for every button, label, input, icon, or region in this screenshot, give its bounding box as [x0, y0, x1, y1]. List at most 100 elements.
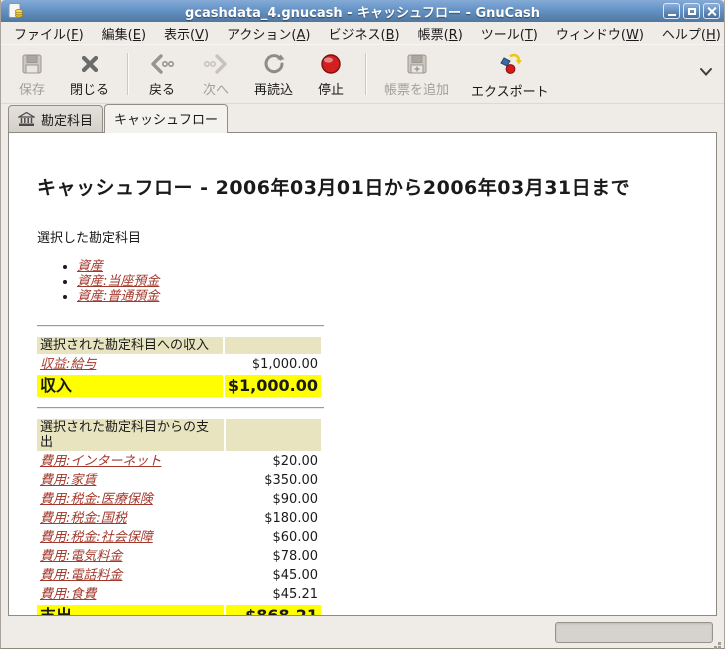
expense-table-header: 選択された勘定科目からの支出	[37, 419, 321, 451]
income-row: 収益:給与 $1,000.00	[37, 356, 321, 373]
menu-label: )	[204, 27, 210, 43]
expense-total-row: 支出 $868.21	[37, 605, 321, 615]
menu-label: ヘルプ(	[661, 27, 706, 43]
close-button[interactable]	[703, 3, 720, 19]
bank-icon	[18, 112, 35, 126]
close-label: 閉じる	[70, 83, 110, 98]
menu-tools[interactable]: ツール(T)	[472, 21, 547, 46]
menu-windows[interactable]: ウィンドウ(W)	[547, 21, 653, 46]
back-button[interactable]: 戻る	[135, 48, 189, 100]
income-header-label: 選択された勘定科目への収入	[37, 337, 223, 354]
expense-amount: $180.00	[264, 511, 318, 526]
reload-button[interactable]: 再読込	[243, 48, 304, 100]
tab-bar: 勘定科目 キャッシュフロー	[1, 104, 724, 133]
close-tab-button[interactable]: 閉じる	[59, 48, 120, 100]
close-x-icon	[78, 52, 102, 76]
selected-accounts-list: 資産 資産:当座預金 資産:普通預金	[37, 259, 696, 304]
titlebar[interactable]: gcashdata_4.gnucash - キャッシュフロー - GnuCash	[1, 0, 724, 22]
income-total-amount: $1,000.00	[224, 375, 321, 397]
account-link-checking[interactable]: 資産:当座預金	[77, 274, 159, 289]
close-icon	[707, 7, 716, 16]
menu-file[interactable]: ファイル(F)	[5, 21, 93, 46]
expense-total-label: 支出	[37, 605, 224, 615]
menu-edit[interactable]: 編集(E)	[93, 21, 155, 46]
forward-button[interactable]: 次へ	[189, 48, 243, 100]
list-item: 資産:当座預金	[77, 274, 696, 289]
menu-business[interactable]: ビジネス(B)	[319, 21, 408, 46]
toolbar-overflow-button[interactable]	[694, 62, 718, 86]
account-link-social-security[interactable]: 費用:税金:社会保障	[40, 530, 153, 545]
menu-label: )	[305, 27, 311, 43]
menu-label: )	[140, 27, 147, 43]
expense-amount: $60.00	[272, 530, 319, 545]
menu-label: )	[394, 27, 400, 43]
expense-total-amount: $868.21	[226, 605, 321, 615]
maximize-button[interactable]	[683, 3, 700, 19]
account-link-national-tax[interactable]: 費用:税金:国税	[40, 511, 127, 526]
report-title: キャッシュフロー - 2006年03月01日から2006年03月31日まで	[37, 177, 631, 199]
stop-label: 停止	[318, 83, 345, 98]
menu-label: 表示(	[164, 27, 196, 43]
minimize-icon	[667, 13, 676, 16]
window-controls	[663, 3, 720, 19]
account-link-salary[interactable]: 収益:給与	[40, 357, 96, 372]
account-link-assets[interactable]: 資産	[77, 259, 103, 274]
menu-view[interactable]: 表示(V)	[155, 21, 218, 46]
account-link-telephone[interactable]: 費用:電話料金	[40, 568, 122, 583]
expense-table: 選択された勘定科目からの支出 費用:インターネット $20.00 費用:家賃 $…	[35, 417, 323, 615]
expense-amount: $78.00	[272, 549, 319, 564]
account-link-medical[interactable]: 費用:税金:医療保険	[40, 492, 153, 507]
toolbar-separator	[127, 53, 129, 95]
expense-amount: $90.00	[272, 492, 319, 507]
selected-accounts-label: 選択した勘定科目	[37, 231, 142, 246]
save-button[interactable]: 保存	[5, 48, 59, 100]
menu-accel: H	[705, 27, 716, 43]
minimize-button[interactable]	[663, 3, 680, 19]
cashflow-report: キャッシュフロー - 2006年03月01日から2006年03月31日まで 選択…	[9, 133, 716, 615]
income-total-row: 収入 $1,000.00	[37, 375, 321, 397]
toolbar-separator	[365, 53, 367, 95]
expense-header-empty-cell	[226, 419, 321, 451]
account-link-food[interactable]: 費用:食費	[40, 587, 96, 602]
menu-label: )	[457, 27, 463, 43]
menu-help[interactable]: ヘルプ(H)	[653, 21, 725, 46]
menu-label: 編集(	[101, 27, 133, 43]
menu-label: アクション(	[227, 27, 297, 43]
income-table-header: 選択された勘定科目への収入	[37, 337, 321, 354]
maximize-icon	[687, 7, 696, 15]
income-header-empty-cell	[224, 337, 321, 354]
account-link-savings[interactable]: 資産:普通預金	[77, 289, 159, 304]
menu-accel: W	[625, 27, 639, 43]
resize-grip[interactable]	[718, 642, 721, 645]
tab-cashflow[interactable]: キャッシュフロー	[104, 104, 229, 133]
add-report-label: 帳票を追加	[384, 83, 450, 98]
account-link-internet[interactable]: 費用:インターネット	[40, 454, 161, 469]
stop-icon	[319, 52, 343, 76]
save-label: 保存	[18, 83, 45, 98]
expense-row: 費用:食費 $45.21	[37, 586, 321, 603]
export-button[interactable]: エクスポート	[460, 48, 560, 100]
menu-actions[interactable]: アクション(A)	[218, 21, 319, 46]
account-link-electricity[interactable]: 費用:電気料金	[40, 549, 122, 564]
tab-accounts[interactable]: 勘定科目	[8, 105, 104, 132]
menu-label: ファイル(	[14, 27, 72, 43]
menu-label: ビジネス(	[328, 27, 386, 43]
add-report-button[interactable]: 帳票を追加	[373, 48, 460, 100]
menu-accel: F	[71, 27, 79, 43]
expense-amount: $20.00	[272, 454, 319, 469]
reload-label: 再読込	[254, 83, 294, 98]
account-link-rent[interactable]: 費用:家賃	[40, 473, 96, 488]
menu-label: )	[638, 27, 644, 43]
income-table: 選択された勘定科目への収入 収益:給与 $1,000.00 収入 $1,000.…	[35, 335, 323, 399]
expense-amount: $45.00	[272, 568, 319, 583]
menu-reports[interactable]: 帳票(R)	[409, 21, 472, 46]
stop-button[interactable]: 停止	[304, 48, 358, 100]
chevron-down-icon	[700, 68, 712, 76]
expense-row: 費用:インターネット $20.00	[37, 453, 321, 470]
back-arrow-icon	[149, 52, 175, 76]
income-amount: $1,000.00	[251, 357, 318, 372]
menu-label: )	[532, 27, 538, 43]
gnucash-app-icon	[7, 2, 25, 20]
menu-accel: E	[132, 27, 141, 43]
status-bar	[1, 616, 724, 648]
